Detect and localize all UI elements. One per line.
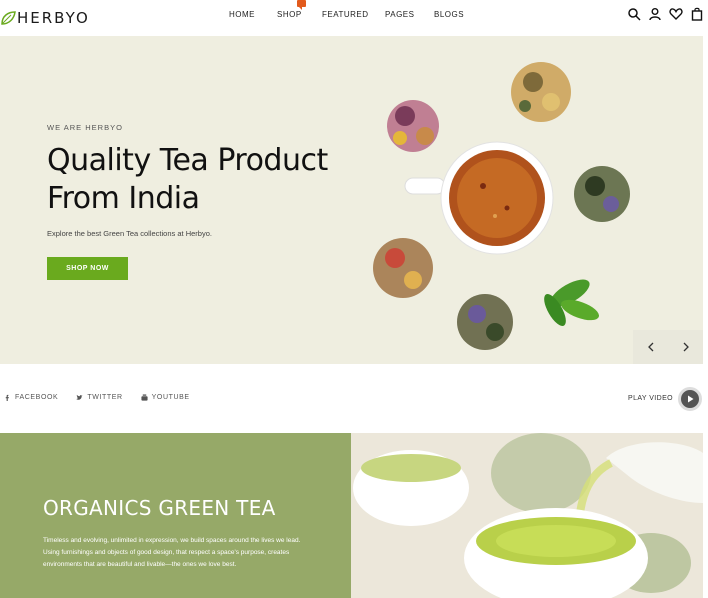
green-tea-photo <box>351 433 703 598</box>
banner-text: Timeless and evolving, unlimited in expr… <box>43 537 301 568</box>
tea-cup-image <box>373 62 630 350</box>
facebook-icon <box>5 394 9 401</box>
brand-name: HERBYO <box>17 9 90 27</box>
heart-icon[interactable] <box>669 7 683 21</box>
tea-pile-right <box>574 166 630 222</box>
hero-description: Explore the best Green Tea collections a… <box>47 229 212 238</box>
slider-controls <box>633 330 703 364</box>
hero-title-line1: Quality Tea Product <box>47 143 328 178</box>
hero-title-line2: From India <box>47 181 200 216</box>
nav-blogs[interactable]: BLOGS <box>434 10 464 19</box>
twitter-icon <box>76 394 83 400</box>
tea-cup <box>404 141 554 255</box>
tea-pile-bottom <box>457 294 513 350</box>
tea-pile-left <box>373 238 433 298</box>
youtube-icon <box>141 394 148 401</box>
play-icon <box>687 395 693 403</box>
nav-featured[interactable]: FEATURED <box>322 10 369 19</box>
header-actions <box>627 7 704 21</box>
chevron-left-icon <box>647 342 653 352</box>
green-leaves <box>544 279 599 326</box>
shop-now-button[interactable]: SHOP NOW <box>47 257 128 280</box>
play-video-button[interactable] <box>678 387 702 411</box>
social-links: FACEBOOK TWITTER YOUTUBE <box>4 394 208 401</box>
search-icon[interactable] <box>627 7 641 21</box>
social-facebook-label: FACEBOOK <box>15 394 59 401</box>
nav-shop[interactable]: SHOP <box>277 0 306 19</box>
green-tea-image <box>351 433 703 598</box>
social-twitter[interactable]: TWITTER <box>76 394 122 401</box>
hot-badge <box>297 0 306 10</box>
chevron-right-icon <box>683 342 689 352</box>
tea-pile-flowers <box>387 100 439 152</box>
bag-icon[interactable] <box>690 7 704 21</box>
social-youtube-label: YOUTUBE <box>151 394 190 401</box>
nav-pages[interactable]: PAGES <box>385 10 414 19</box>
leaf-logo-icon <box>1 11 16 25</box>
nav-home[interactable]: HOME <box>229 10 255 19</box>
social-youtube[interactable]: YOUTUBE <box>141 394 190 401</box>
header: HERBYO HOME SHOP FEATURED PAGES BLOGS <box>0 0 708 36</box>
hero-slider: WE ARE HERBYO Quality Tea Product From I… <box>0 36 703 364</box>
play-video-label[interactable]: PLAY VIDEO <box>628 395 673 402</box>
hero-title: Quality Tea Product From India <box>47 142 367 218</box>
tea-pile-top <box>511 62 571 122</box>
social-facebook[interactable]: FACEBOOK <box>4 394 58 401</box>
logo[interactable]: HERBYO <box>0 6 90 30</box>
banner-title: ORGANICS GREEN TEA <box>43 496 276 520</box>
user-icon[interactable] <box>648 7 662 21</box>
hero-subtitle: WE ARE HERBYO <box>47 123 123 132</box>
slider-prev-button[interactable] <box>633 330 668 364</box>
nav-shop-label: SHOP <box>277 10 302 19</box>
slider-next-button[interactable] <box>668 330 703 364</box>
social-twitter-label: TWITTER <box>87 394 123 401</box>
